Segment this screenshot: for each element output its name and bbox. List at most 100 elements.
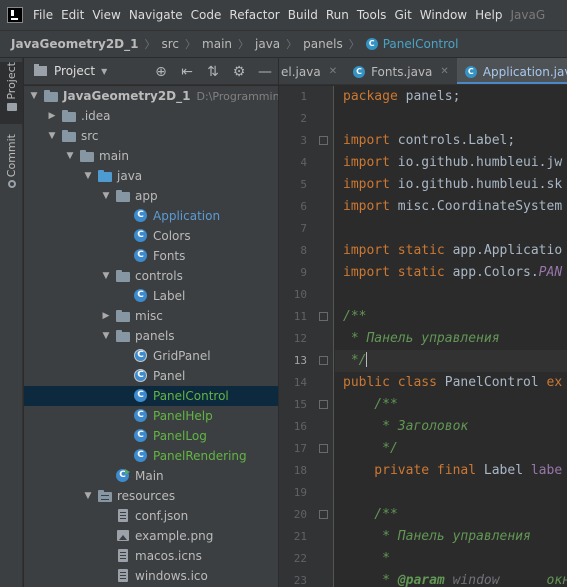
line-number: 14 [293,376,307,389]
project-view-selector[interactable]: Project [54,64,95,78]
chevron-down-icon[interactable]: ▼ [82,491,94,501]
tree-item-example-png[interactable]: example.png [24,526,278,546]
breadcrumb-project[interactable]: JavaGeometry2D_1 [11,37,139,51]
tree-item-main-class[interactable]: Main [24,466,278,486]
tree-item-app[interactable]: ▼ app [24,186,278,206]
tree-item-panels[interactable]: ▼ panels [24,326,278,346]
menu-window[interactable]: Window [420,8,467,22]
tree-item-idea[interactable]: ▶ .idea [24,106,278,126]
chevron-down-icon[interactable]: ▼ [101,67,107,76]
tree-item-panel[interactable]: Panel [24,366,278,386]
code-line: import static app.Colors.PAN [335,262,567,284]
line-number: 22 [293,552,307,565]
param-name: window [444,573,500,587]
tree-item-conf-json[interactable]: conf.json [24,506,278,526]
tab-label: Application.java [482,64,567,79]
chevron-down-icon[interactable]: ▼ [100,331,112,341]
class-icon [133,409,149,423]
menu-code[interactable]: Code [191,8,222,22]
tree-item-main-folder[interactable]: ▼ main [24,146,278,166]
folder-icon [43,89,59,103]
breadcrumb-java[interactable]: java [255,37,280,51]
gear-icon[interactable]: ⚙ [226,58,252,85]
breadcrumb-panels[interactable]: panels [303,37,343,51]
fold-marker-icon[interactable] [319,400,328,409]
tab-commit[interactable]: Commit [0,134,23,196]
tree-label: app [135,189,158,203]
tab-label-java[interactable]: el.java ✕ [279,58,345,84]
chevron-down-icon[interactable]: ▼ [46,131,58,141]
chevron-down-icon[interactable]: ▼ [100,271,112,281]
tree-item-panelrendering[interactable]: PanelRendering [24,446,278,466]
minimize-icon[interactable]: — [252,58,278,85]
tree-item-panelhelp[interactable]: PanelHelp [24,406,278,426]
chevron-right-icon[interactable]: ▶ [100,311,112,321]
line-number: 5 [300,178,307,191]
menu-edit[interactable]: Edit [61,8,84,22]
breadcrumb-main[interactable]: main [202,37,232,51]
folder-icon [61,129,77,143]
line-number: 1 [300,90,307,103]
fold-marker-icon[interactable] [319,136,328,145]
tree-item-label[interactable]: Label [24,286,278,306]
tree-item-windows-ico[interactable]: windows.ico [24,566,278,586]
breadcrumb-current[interactable]: PanelControl [383,37,459,51]
menu-run[interactable]: Run [326,8,349,22]
fold-marker-icon[interactable] [319,510,328,519]
tree-item-application[interactable]: Application [24,206,278,226]
expand-all-icon[interactable]: ⇅ [200,58,226,85]
tree-item-resources[interactable]: ▼ resources [24,486,278,506]
tree-item-controls[interactable]: ▼ controls [24,266,278,286]
tree-label: java [117,169,143,183]
code-line: * Панель управления [335,526,567,548]
fold-marker-icon[interactable] [319,356,328,365]
tree-item-macos-icns[interactable]: macos.icns [24,546,278,566]
code-text: PanelControl [436,375,547,390]
menu-refactor[interactable]: Refactor [229,8,279,22]
menu-help[interactable]: Help [475,8,502,22]
code-text: io.github.humbleui.sk [389,177,563,192]
chevron-right-icon[interactable]: ▶ [46,111,58,121]
class-icon [133,249,149,263]
breadcrumb-src[interactable]: src [162,37,180,51]
line-number: 16 [293,420,307,433]
tab-project[interactable]: Project [0,62,23,124]
code-editor[interactable]: package panels; import controls.Label; i… [335,86,567,587]
close-icon[interactable]: ✕ [440,66,448,77]
tree-item-fonts[interactable]: Fonts [24,246,278,266]
collapse-all-icon[interactable]: ⇤ [174,58,200,85]
keyword: ex [546,375,563,390]
tab-fonts-java[interactable]: C Fonts.java ✕ [345,58,457,84]
menu-view[interactable]: View [92,8,120,22]
menu-tools[interactable]: Tools [357,8,387,22]
chevron-right-icon: 〉 [185,38,197,51]
target-icon[interactable]: ⊕ [148,58,174,85]
menu-build[interactable]: Build [288,8,318,22]
tree-item-panelcontrol[interactable]: PanelControl [24,386,278,406]
menu-file[interactable]: File [33,8,53,22]
code-line: * @param window окн [335,570,567,587]
chevron-down-icon[interactable]: ▼ [100,191,112,201]
close-icon[interactable]: ✕ [329,66,337,77]
tree-item-gridpanel[interactable]: GridPanel [24,346,278,366]
breadcrumb: JavaGeometry2D_1 〉 src 〉 main 〉 java 〉 p… [0,30,567,58]
chevron-down-icon[interactable]: ▼ [82,171,94,181]
tree-item-project-root[interactable]: ▼ JavaGeometry2D_1 D:\Programming\J [24,86,278,106]
tree-item-java[interactable]: ▼ java [24,166,278,186]
chevron-down-icon[interactable]: ▼ [28,91,40,101]
chevron-down-icon[interactable]: ▼ [64,151,76,161]
menu-navigate[interactable]: Navigate [129,8,183,22]
menu-git[interactable]: Git [394,8,411,22]
intellij-logo-icon [7,7,23,23]
line-number: 10 [293,288,307,301]
comment: окн [499,573,567,587]
fold-marker-icon[interactable] [319,312,328,321]
tab-application-java[interactable]: C Application.java ✕ [456,58,567,84]
fold-marker-icon[interactable] [319,444,328,453]
code-line: import misc.CoordinateSystem [335,196,567,218]
tree-item-panellog[interactable]: PanelLog [24,426,278,446]
tree-item-misc[interactable]: ▶ misc [24,306,278,326]
tree-item-src[interactable]: ▼ src [24,126,278,146]
keyword: private final [343,463,477,478]
tree-item-colors[interactable]: Colors [24,226,278,246]
